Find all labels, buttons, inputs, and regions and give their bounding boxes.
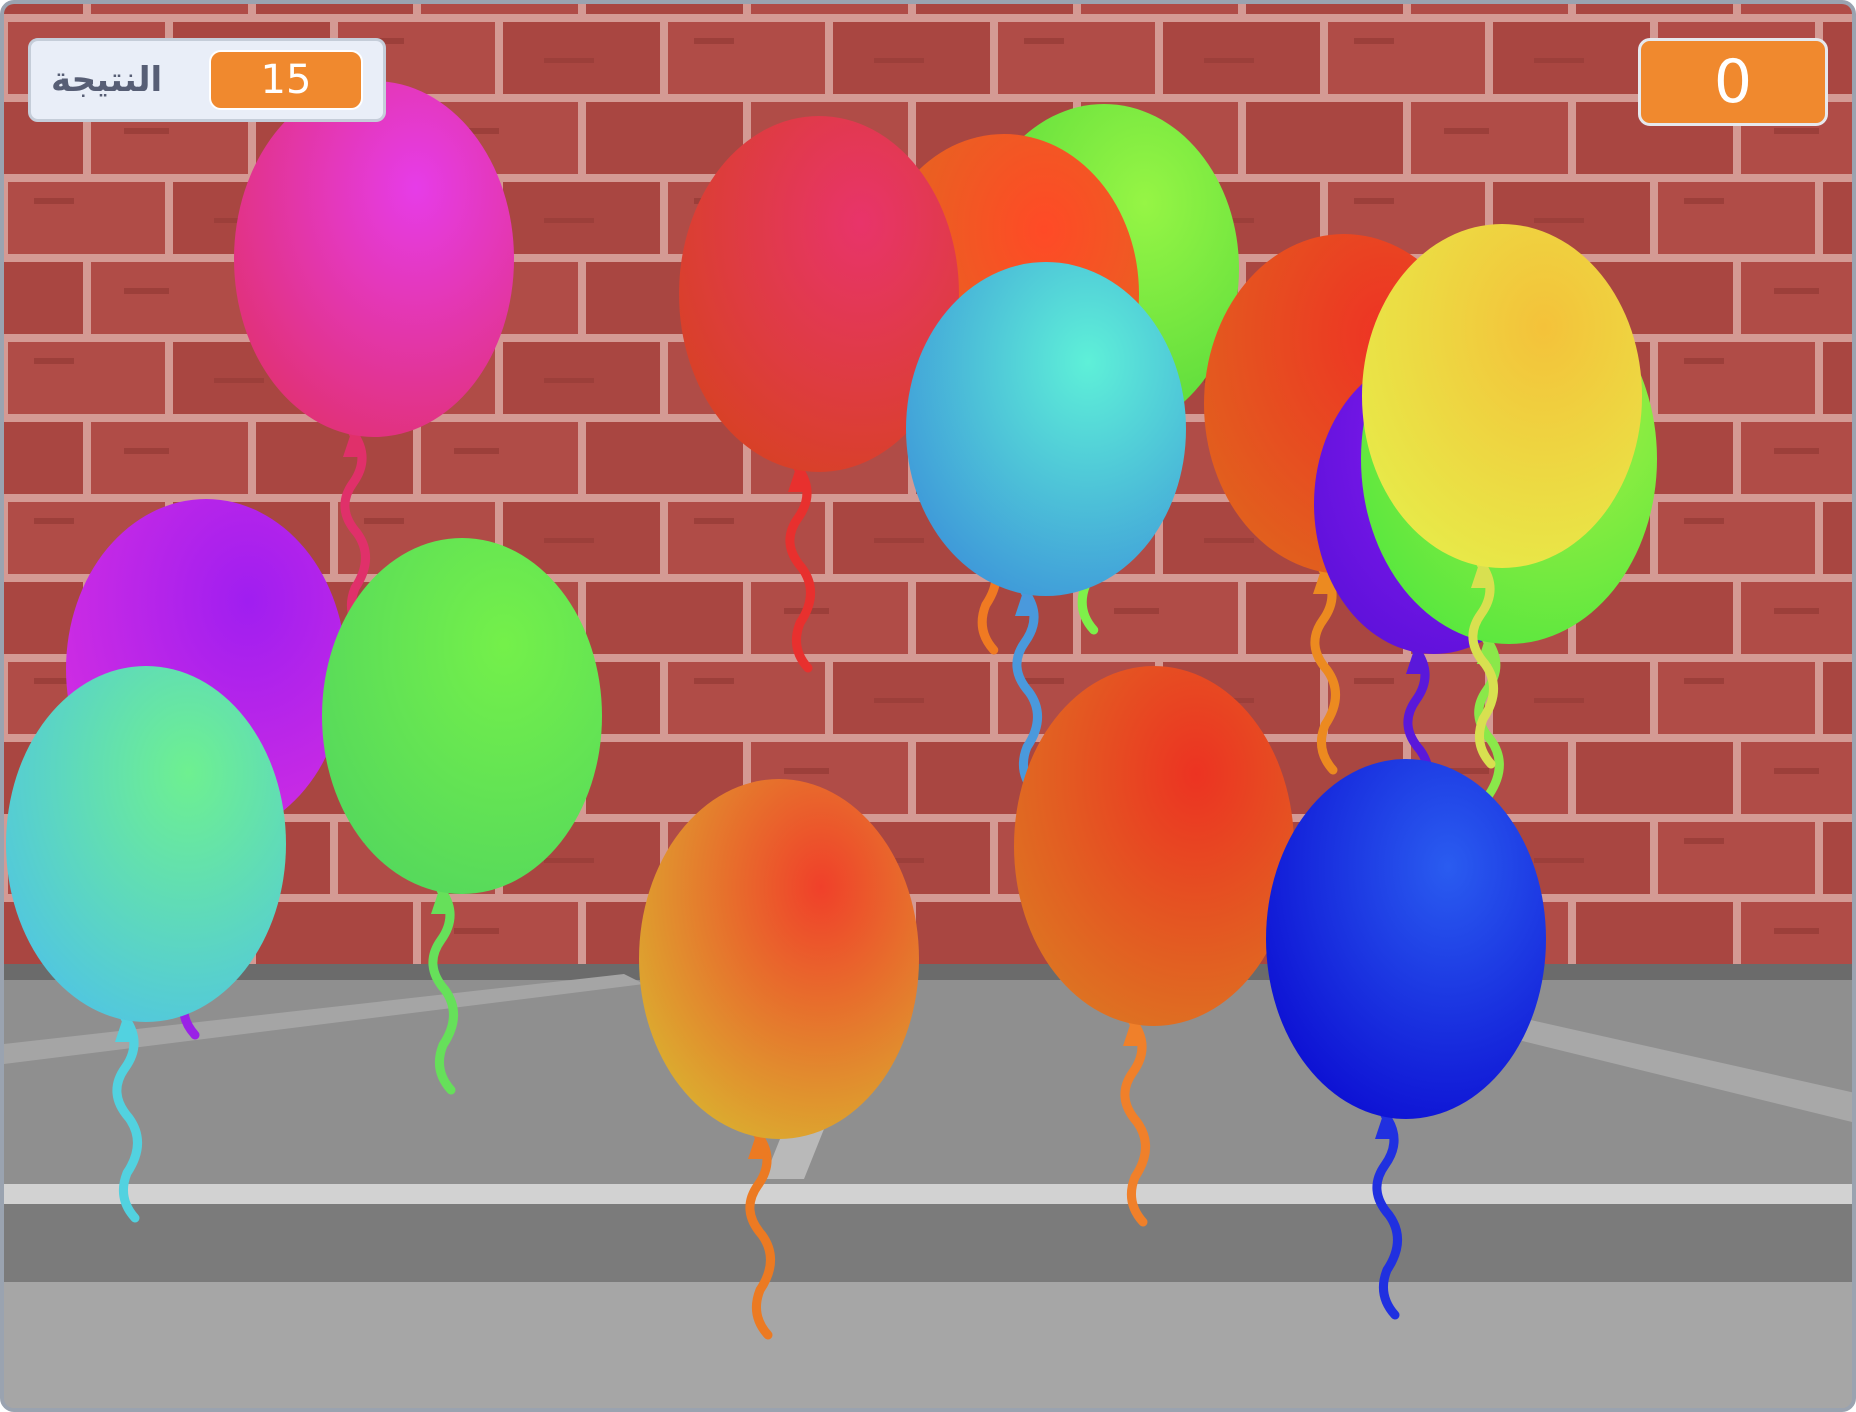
score-monitor: النتيجة 15 bbox=[28, 38, 386, 122]
balloon-string bbox=[745, 1130, 775, 1340]
balloons-layer bbox=[6, 81, 1657, 1340]
balloon-body[interactable] bbox=[6, 666, 286, 1022]
balloon-string bbox=[1310, 565, 1340, 775]
score-label: النتيجة bbox=[51, 60, 163, 100]
balloon-body[interactable] bbox=[234, 81, 514, 437]
balloon-string bbox=[112, 1013, 142, 1223]
game-stage[interactable]: النتيجة 15 0 bbox=[0, 0, 1856, 1412]
balloon-string bbox=[1120, 1017, 1150, 1227]
balloon-orange[interactable] bbox=[639, 779, 919, 1340]
balloon-teal[interactable] bbox=[6, 666, 286, 1223]
balloon-body[interactable] bbox=[1362, 224, 1642, 568]
score-value: 15 bbox=[209, 50, 363, 110]
balloon-blue[interactable] bbox=[1266, 759, 1546, 1320]
balloon-string bbox=[428, 885, 458, 1095]
balloon-body[interactable] bbox=[639, 779, 919, 1139]
balloon-green[interactable] bbox=[322, 538, 602, 1095]
balloon-body[interactable] bbox=[1014, 666, 1294, 1026]
balloon-body[interactable] bbox=[906, 262, 1186, 596]
balloon-string bbox=[785, 463, 815, 673]
balloon-yellow[interactable] bbox=[1362, 224, 1642, 769]
counter-display: 0 bbox=[1638, 38, 1828, 126]
balloon-orange[interactable] bbox=[1014, 666, 1294, 1227]
balloon-body[interactable] bbox=[322, 538, 602, 894]
balloon-body[interactable] bbox=[1266, 759, 1546, 1119]
balloon-string bbox=[1372, 1110, 1402, 1320]
